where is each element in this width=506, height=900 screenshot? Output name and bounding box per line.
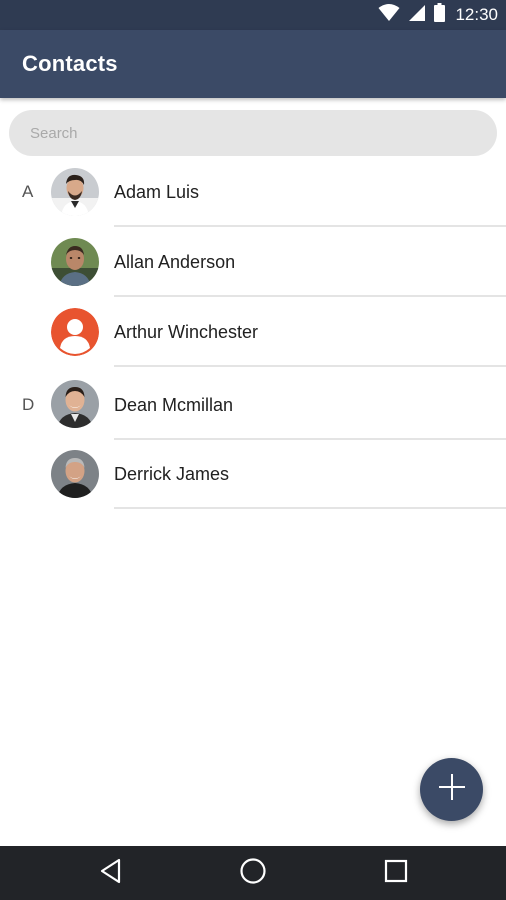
battery-icon bbox=[434, 3, 446, 27]
section-letter: A bbox=[22, 182, 34, 201]
contact-name: Dean Mcmillan bbox=[114, 395, 234, 415]
navigation-bar bbox=[0, 846, 506, 900]
avatar bbox=[51, 238, 99, 286]
contact-name: Derrick James bbox=[114, 464, 230, 484]
divider bbox=[114, 365, 506, 367]
avatar bbox=[51, 380, 99, 428]
contact-name: Arthur Winchester bbox=[114, 322, 259, 342]
search-input[interactable] bbox=[9, 110, 497, 156]
section-letter: D bbox=[22, 395, 35, 414]
default-person-icon bbox=[51, 308, 99, 356]
home-button[interactable] bbox=[223, 846, 283, 900]
contact-name: Allan Anderson bbox=[114, 252, 236, 272]
app-bar: Contacts bbox=[0, 30, 506, 98]
back-icon bbox=[99, 858, 123, 889]
back-button[interactable] bbox=[81, 846, 141, 900]
recents-button[interactable] bbox=[366, 846, 426, 900]
cell-signal-icon bbox=[408, 4, 426, 27]
wifi-icon bbox=[378, 3, 400, 27]
divider bbox=[114, 507, 506, 509]
contact-row-adam-luis[interactable]: A Adam Luis bbox=[0, 157, 506, 227]
contact-name: Adam Luis bbox=[114, 182, 200, 202]
status-time: 12:30 bbox=[455, 5, 498, 24]
page-title: Contacts bbox=[22, 51, 118, 76]
contact-row-arthur-winchester[interactable]: Arthur Winchester bbox=[0, 297, 506, 367]
home-icon bbox=[239, 857, 267, 890]
plus-icon bbox=[436, 771, 468, 808]
add-contact-button[interactable] bbox=[420, 758, 483, 821]
contact-row-derrick-james[interactable]: Derrick James bbox=[0, 440, 506, 510]
status-icons: 12:30 bbox=[378, 0, 498, 30]
status-bar: 12:30 bbox=[0, 0, 506, 30]
recents-icon bbox=[383, 858, 409, 889]
contact-row-allan-anderson[interactable]: Allan Anderson bbox=[0, 227, 506, 297]
contact-row-dean-mcmillan[interactable]: D Dean Mcmillan bbox=[0, 370, 506, 440]
avatar bbox=[51, 450, 99, 498]
avatar bbox=[51, 168, 99, 216]
